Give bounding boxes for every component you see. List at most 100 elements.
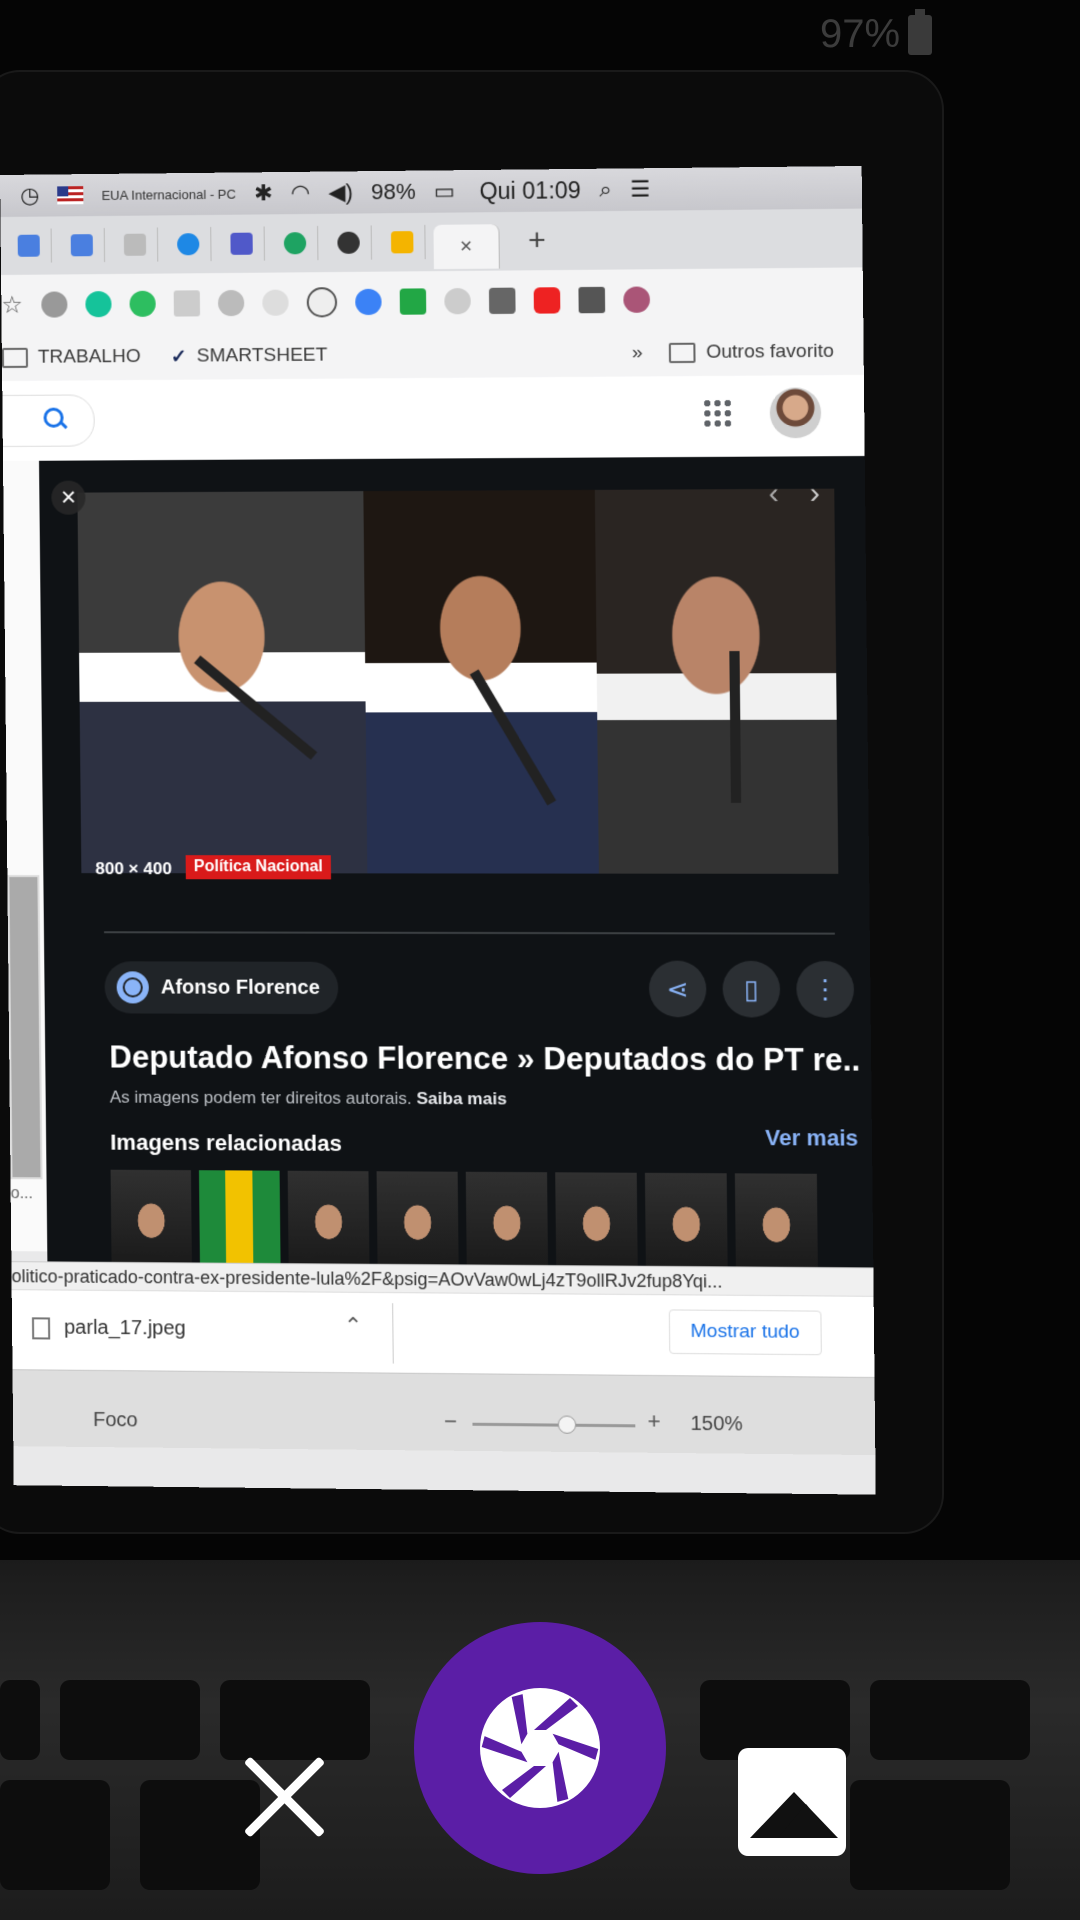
related-image[interactable] [555, 1172, 638, 1266]
more-vert-icon: ⋮ [811, 973, 839, 1005]
photo-person-2 [363, 489, 599, 874]
extension-icon[interactable] [399, 288, 426, 315]
result-caption[interactable]: o... [11, 1185, 33, 1203]
control-center-icon[interactable]: ☰ [630, 176, 650, 202]
browser-tab[interactable] [326, 225, 373, 261]
chevron-up-icon[interactable]: ⌃ [344, 1313, 363, 1339]
battery-charging-icon[interactable]: ▭ [434, 178, 455, 204]
previous-image-icon[interactable]: ‹ [768, 477, 779, 511]
globe-icon [116, 971, 149, 1004]
zoom-slider-handle[interactable] [557, 1415, 577, 1434]
browser-tab[interactable] [112, 227, 159, 262]
battery-percent: 97% [820, 12, 901, 56]
related-image[interactable] [465, 1171, 549, 1266]
search-icon[interactable] [43, 407, 64, 428]
keyboard-key [0, 1780, 110, 1890]
zoom-percent[interactable]: 150% [690, 1413, 743, 1437]
keyboard-key [850, 1780, 1010, 1890]
preview-image[interactable] [77, 488, 839, 874]
browser-tab[interactable] [272, 225, 319, 261]
bookmark-star-icon[interactable]: ☆ [1, 290, 23, 319]
related-image[interactable] [734, 1173, 818, 1268]
menubar-clock[interactable]: Qui 01:09 [479, 176, 581, 204]
puzzle-icon[interactable] [577, 286, 605, 314]
learn-more-link[interactable]: Saiba mais [416, 1089, 506, 1109]
keyboard-key [870, 1680, 1030, 1760]
site-chip[interactable]: Afonso Florence [104, 961, 339, 1015]
image-dimensions: 800 × 400 [95, 859, 172, 879]
youtube-icon[interactable] [533, 287, 560, 314]
spotlight-search-icon[interactable]: ⌕ [599, 177, 612, 203]
zoom-slider-track[interactable] [472, 1422, 636, 1428]
close-tab-icon[interactable]: ✕ [459, 237, 473, 257]
divider [392, 1303, 394, 1364]
extension-icon[interactable] [488, 287, 516, 315]
extension-icon[interactable] [354, 288, 382, 316]
related-image[interactable] [198, 1170, 281, 1264]
browser-tab-active[interactable]: ✕ [433, 224, 500, 270]
zoom-out-button[interactable]: − [444, 1408, 457, 1434]
bookmark-folder-trabalho[interactable]: TRABALHO [1, 346, 141, 369]
phone-status-bar: 97% [820, 8, 933, 57]
other-bookmarks[interactable]: Outros favorito [669, 341, 834, 365]
site-name: Afonso Florence [160, 975, 320, 999]
extension-icon[interactable] [40, 291, 68, 318]
folder-icon [669, 342, 697, 364]
browser-tab[interactable] [6, 228, 52, 263]
evernote-icon[interactable] [128, 290, 156, 317]
input-source-label[interactable]: EUA Internacional - PC [101, 186, 236, 202]
us-flag-icon[interactable] [57, 186, 84, 205]
google-header [0, 374, 865, 461]
time-machine-icon[interactable]: ◷ [20, 183, 39, 209]
close-icon[interactable] [240, 1752, 330, 1842]
preview-title[interactable]: Deputado Afonso Florence » Deputados do … [109, 1039, 861, 1078]
extension-icon[interactable] [173, 290, 200, 317]
result-thumbnail[interactable] [7, 875, 43, 1180]
download-item[interactable]: parla_17.jpeg [31, 1316, 186, 1340]
image-preview-panel: × ‹ › 800 × 400 Política Nacional Afonso… [39, 456, 874, 1268]
bookmark-icon: ▯ [743, 973, 759, 1004]
extension-icon[interactable] [217, 289, 244, 317]
wifi-icon[interactable]: ◠ [291, 180, 311, 206]
shutter-button[interactable] [414, 1622, 666, 1874]
save-button[interactable]: ▯ [722, 960, 781, 1018]
related-image[interactable] [110, 1169, 192, 1263]
apps-grid-icon[interactable] [702, 398, 734, 429]
grammarly-icon[interactable] [84, 291, 112, 318]
show-all-button[interactable]: Mostrar tudo [668, 1309, 822, 1356]
info-icon[interactable] [306, 287, 337, 318]
zoom-in-button[interactable]: + [647, 1408, 660, 1434]
profile-icon[interactable] [622, 286, 650, 313]
gallery-icon[interactable] [738, 1748, 846, 1856]
next-image-icon[interactable]: › [809, 477, 820, 512]
more-options-button[interactable]: ⋮ [796, 960, 855, 1018]
folder-icon [1, 347, 29, 368]
mountain-shape [778, 1804, 834, 1838]
browser-tab[interactable] [165, 226, 212, 262]
word-status-bar: Foco − + 150% [12, 1369, 876, 1456]
browser-tab-strip: ✕ + [0, 208, 863, 275]
related-image[interactable] [644, 1172, 728, 1267]
account-avatar[interactable] [769, 387, 822, 439]
bookmarks-overflow[interactable]: » [632, 342, 643, 364]
search-box[interactable] [0, 394, 95, 448]
new-tab-button[interactable]: + [528, 224, 546, 258]
keyboard-key [0, 1680, 40, 1760]
related-image[interactable] [376, 1171, 459, 1265]
volume-icon[interactable]: ◀) [328, 179, 353, 205]
browser-tab[interactable] [219, 226, 265, 262]
browser-tab[interactable] [379, 224, 426, 260]
see-more-link[interactable]: Ver mais [765, 1125, 858, 1152]
share-button[interactable]: ⋖ [648, 960, 707, 1018]
browser-tab[interactable] [59, 227, 106, 263]
shutter-icon [480, 1688, 600, 1808]
bookmark-smartsheet[interactable]: ✓ SMARTSHEET [171, 344, 328, 368]
focus-mode-button[interactable]: Foco [93, 1409, 138, 1432]
bluetooth-icon[interactable]: ✱ [254, 180, 273, 206]
menubar-battery[interactable]: 98% [371, 179, 416, 206]
extension-icon[interactable] [443, 287, 471, 315]
related-image[interactable] [287, 1170, 370, 1264]
close-preview-button[interactable]: × [51, 480, 86, 515]
close-icon: × [60, 481, 77, 512]
extension-icon[interactable] [261, 289, 289, 316]
